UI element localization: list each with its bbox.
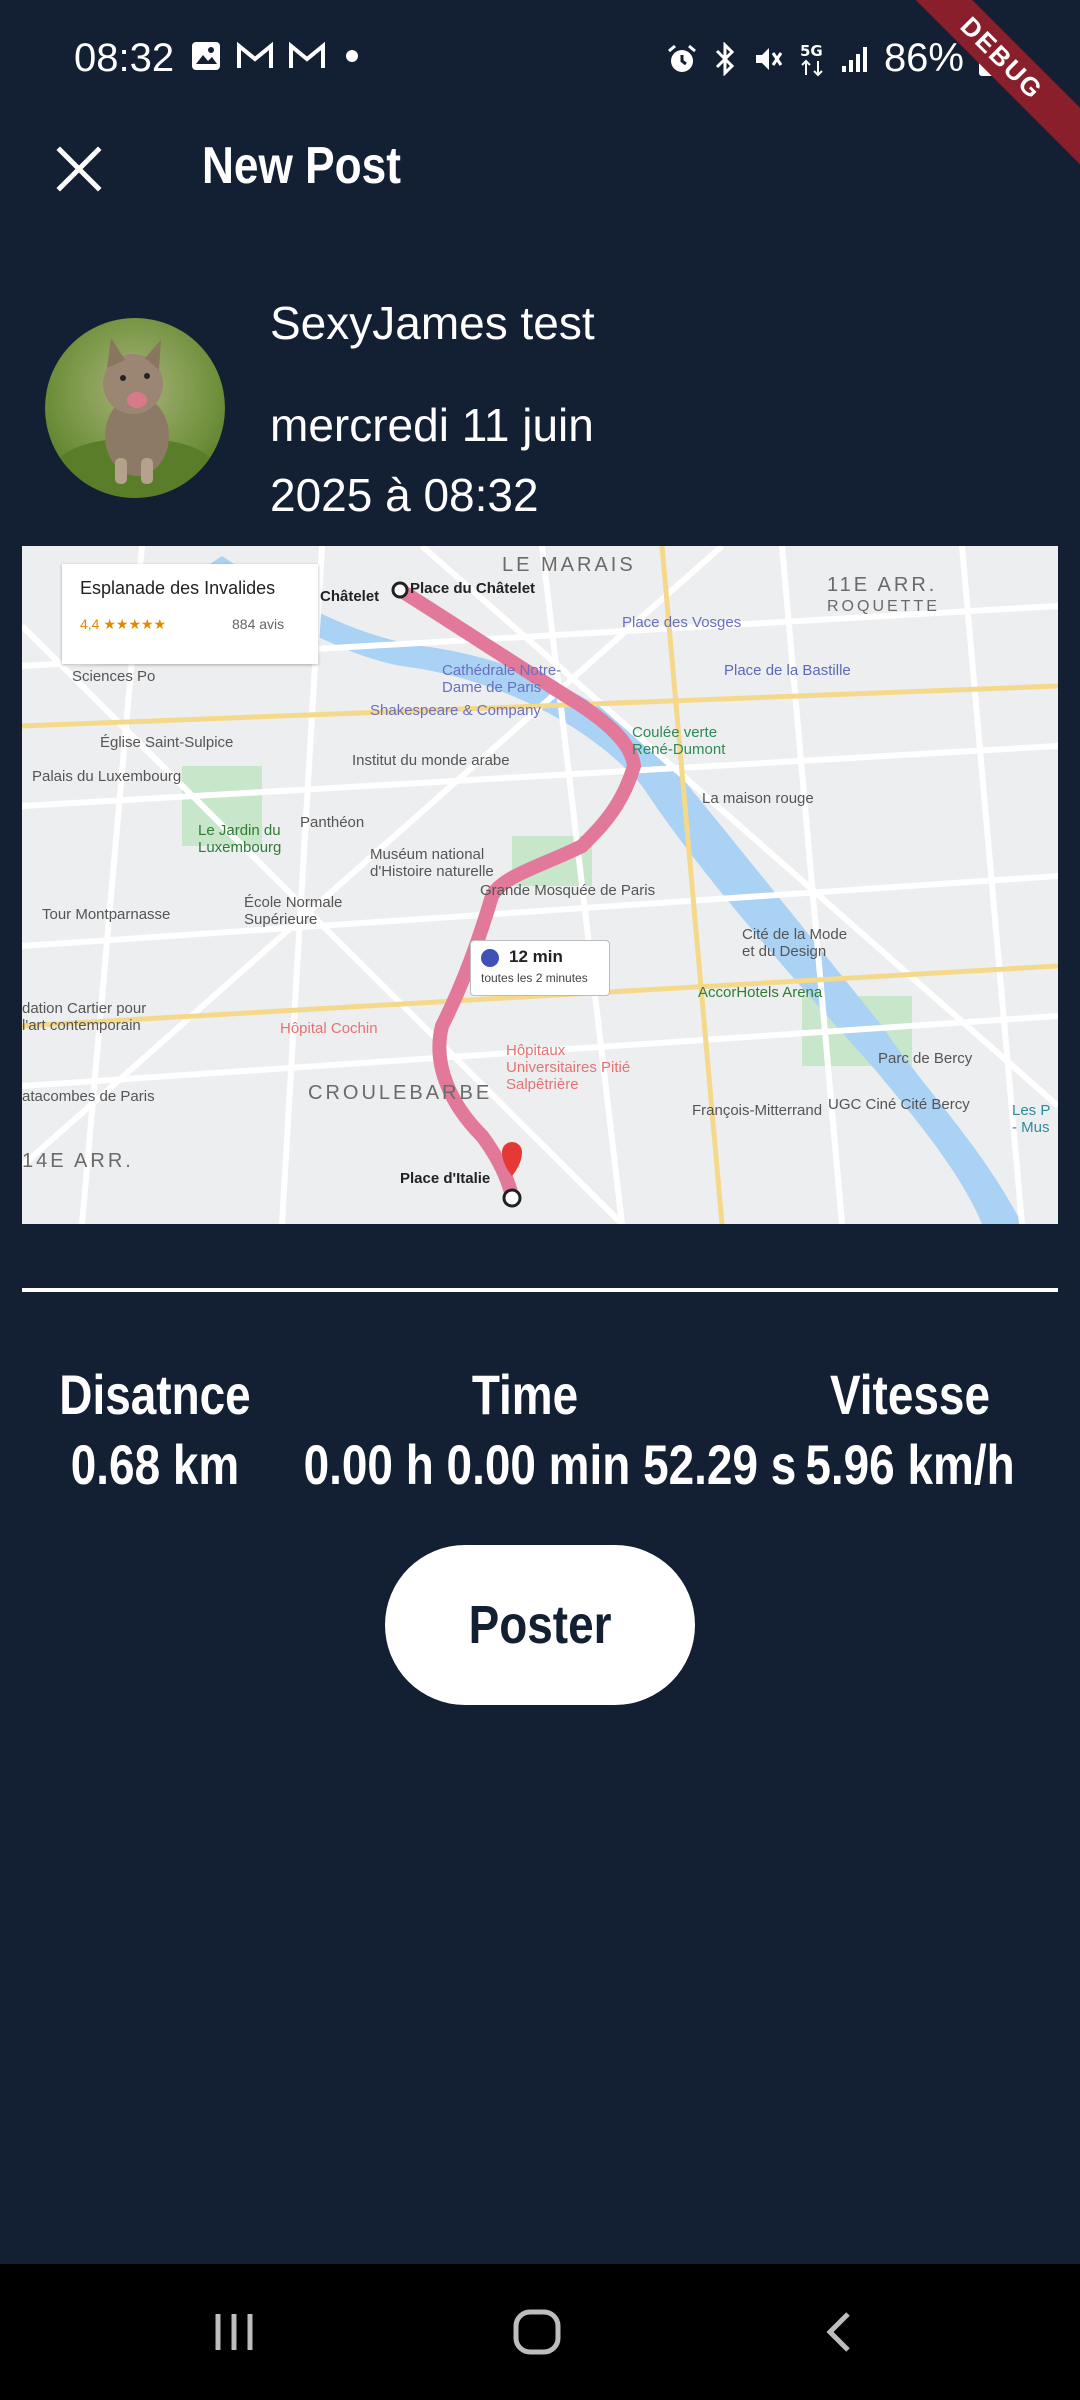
map-label: Grande Mosquée de Paris (480, 882, 656, 899)
map-label: Les P - Mus (1012, 1102, 1051, 1136)
bluetooth-icon (715, 41, 735, 76)
map-label: Le Jardin du Luxembourg (198, 822, 282, 856)
map-label: Hôpitaux Universitaires Pitié Salpêtrièr… (506, 1042, 631, 1093)
map-label: Parc de Bercy (878, 1050, 973, 1067)
kitten-photo (55, 338, 215, 498)
distance-stat: Disatnce 0.68 km (53, 1360, 258, 1500)
route-duration: 12 min (509, 947, 563, 966)
close-icon[interactable] (50, 140, 108, 198)
map-label: Palais du Luxembourg (32, 768, 182, 785)
map-label: CROULEBARBE (308, 1082, 493, 1104)
time-stat: Time 0.00 h 0.00 min 52.29 s (303, 1360, 797, 1500)
time-label: Time (471, 1363, 579, 1426)
map-label: École Normale Supérieure (244, 894, 343, 928)
map-label: Institut du monde arabe (352, 752, 510, 769)
distance-value: 0.68 km (70, 1433, 240, 1496)
signal-icon (841, 46, 867, 72)
map-label: Tour Montparnasse (42, 906, 171, 923)
map-label: AccorHotels Arena (698, 984, 823, 1001)
transit-icon (481, 949, 499, 967)
map-label: Place du Châtelet (410, 580, 536, 597)
map-label: atacombes de Paris (22, 1088, 155, 1105)
map-label: Église Saint-Sulpice (100, 734, 234, 751)
speed-label: Vitesse (829, 1363, 991, 1426)
mute-icon (755, 47, 783, 70)
route-map[interactable]: Esplanade des Invalides 4,4 ★★★★★ 884 av… (22, 546, 1058, 1224)
svg-text:5G: 5G (800, 42, 823, 60)
dot-icon (346, 50, 358, 62)
route-frequency: toutes les 2 minutes (481, 971, 588, 985)
back-icon[interactable] (818, 2308, 862, 2356)
map-label: Place des Vosges (622, 614, 742, 631)
map-label: Hôpital Cochin (280, 1020, 378, 1037)
map-label: Panthéon (300, 814, 365, 831)
recent-apps-icon[interactable] (212, 2310, 256, 2354)
5g-icon: 5G (800, 42, 823, 76)
map-label: 14E ARR. (22, 1150, 134, 1172)
map-label: Place d'Italie (400, 1170, 491, 1187)
map-label: Cathédrale Notre-Dame de Paris (442, 662, 562, 696)
map-label: Sciences Po (72, 668, 156, 685)
time-value: 0.00 h 0.00 min 52.29 s (303, 1433, 797, 1496)
route-duration-bubble: 12 min toutes les 2 minutes (470, 940, 610, 996)
battery-percentage: 86% (883, 36, 964, 80)
post-date: mercredi 11 juin 2025 à 08:32 (270, 399, 594, 521)
map-label: Coulée verte René-Dumont (632, 724, 726, 758)
post-button-label: Poster (468, 1595, 612, 1655)
place-card-rating: 4,4 ★★★★★ (80, 616, 167, 632)
place-card-title: Esplanade des Invalides (80, 578, 276, 598)
map-label: Châtelet (320, 588, 380, 605)
speed-stat: Vitesse 5.96 km/h (803, 1360, 1016, 1500)
place-card[interactable]: Esplanade des Invalides 4,4 ★★★★★ 884 av… (62, 564, 318, 664)
system-nav-bar (0, 2264, 1080, 2400)
debug-banner: DEBUG (895, 0, 1080, 165)
alarm-icon (667, 44, 696, 72)
map-label: Shakespeare & Company (370, 702, 541, 719)
map-label: François-Mitterrand (692, 1102, 823, 1119)
map-label: LE MARAIS (502, 554, 636, 576)
map-label: UGC Ciné Cité Bercy (828, 1096, 970, 1113)
author-name: SexyJames test (270, 297, 595, 349)
gmail-icon (289, 41, 325, 68)
home-icon[interactable] (512, 2308, 562, 2356)
avatar (45, 318, 225, 498)
map-label: Place de la Bastille (724, 662, 851, 679)
divider (22, 1288, 1058, 1292)
gmail-icon (237, 41, 273, 68)
map-label: dation Cartier pour l'art contemporain (22, 1000, 147, 1034)
map-label: ROQUETTE (827, 598, 940, 615)
speed-value: 5.96 km/h (805, 1433, 1015, 1496)
distance-label: Disatnce (59, 1363, 251, 1426)
status-bar: 08:32 5G 86% DEBUG (0, 0, 1080, 165)
map-label: Muséum national d'Histoire naturelle (370, 846, 494, 880)
map-label: La maison rouge (702, 790, 814, 807)
map-label: 11E ARR. (827, 574, 938, 596)
post-button[interactable]: Poster (385, 1545, 695, 1705)
map-label: Cité de la Mode et du Design (742, 926, 848, 960)
page-title: New Post (202, 137, 401, 195)
place-card-reviews: 884 avis (232, 616, 285, 632)
gallery-icon (192, 42, 220, 70)
status-time: 08:32 (74, 36, 175, 80)
